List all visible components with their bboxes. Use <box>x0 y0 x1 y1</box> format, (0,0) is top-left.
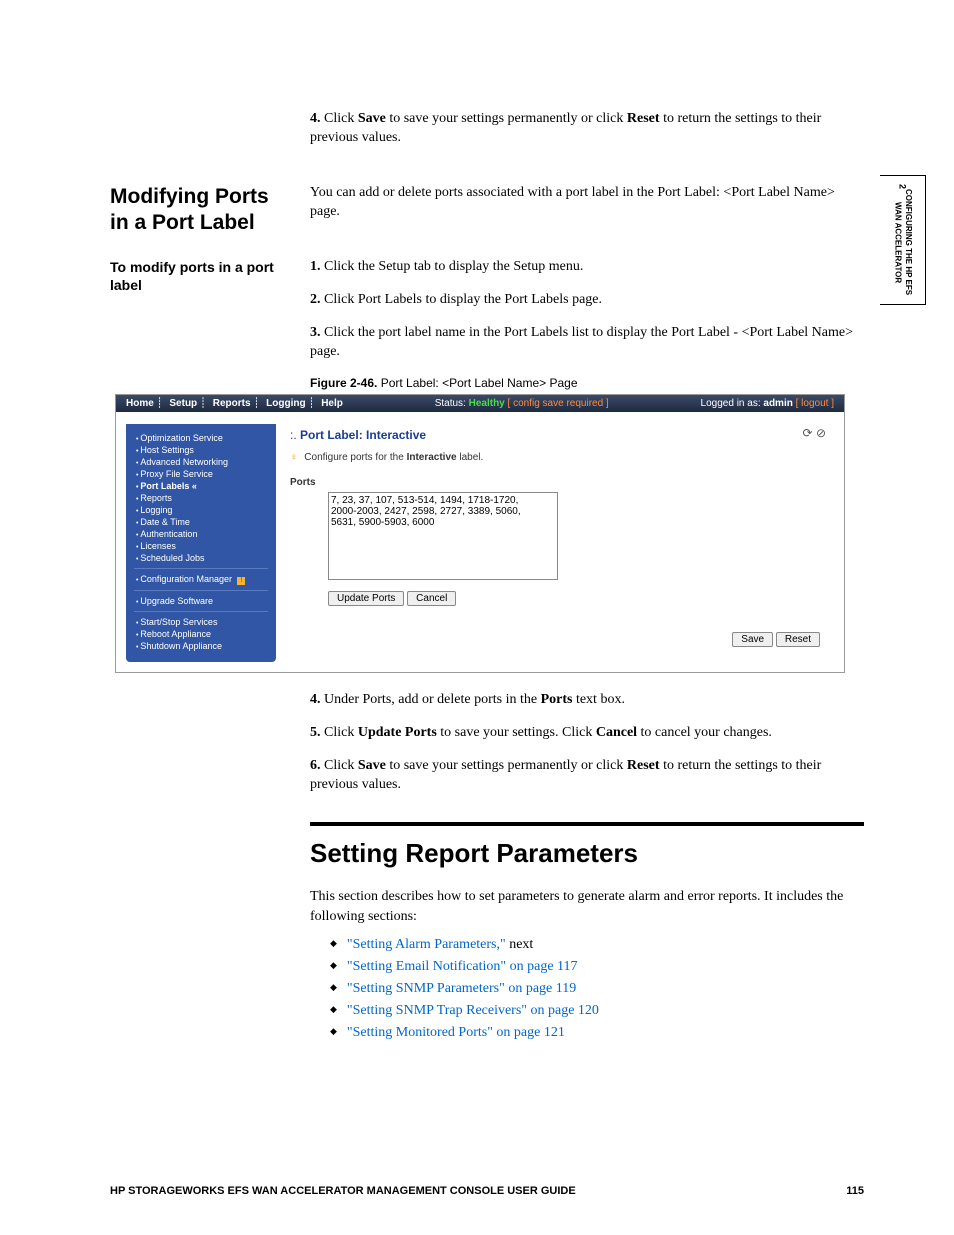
sidebar-item-shutdown[interactable]: Shutdown Appliance <box>126 640 276 652</box>
login-info: Logged in as: admin [ logout ] <box>701 398 834 409</box>
sidebar: Optimization Service Host Settings Advan… <box>126 424 276 662</box>
post-step-4: 4. Under Ports, add or delete ports in t… <box>310 691 864 710</box>
sidebar-item-port-labels[interactable]: Port Labels « <box>126 480 276 492</box>
link-monitored-ports: "Setting Monitored Ports" on page 121 <box>330 1025 864 1041</box>
nav-home[interactable]: Home <box>126 398 154 409</box>
ports-label: Ports <box>290 477 824 488</box>
sidebar-item-config-manager[interactable]: Configuration Manager ! <box>126 573 276 586</box>
reset-button[interactable]: Reset <box>776 632 820 647</box>
save-button[interactable]: Save <box>732 632 773 647</box>
section-heading-modifying-ports: Modifying Ports in a Port Label <box>110 184 290 237</box>
sidebar-item-licenses[interactable]: Licenses <box>126 540 276 552</box>
sidebar-item-logging[interactable]: Logging <box>126 504 276 516</box>
page-action-icons: ⟳ ⊘ <box>803 426 826 440</box>
hint-text: ♀ Configure ports for the Interactive la… <box>290 452 824 463</box>
print-icon[interactable]: ⊘ <box>816 426 826 440</box>
post-step-6: 6. Click Save to save your settings perm… <box>310 757 864 795</box>
nav-setup[interactable]: Setup <box>169 398 197 409</box>
page-title: :. Port Label: Interactive <box>290 428 824 442</box>
top-nav: Home ┊ Setup ┊ Reports ┊ Logging ┊ Help <box>126 398 343 409</box>
lightbulb-icon: ♀ <box>290 452 298 463</box>
procedure-heading: To modify ports in a port label <box>110 258 290 294</box>
sidebar-item-date-time[interactable]: Date & Time <box>126 516 276 528</box>
sidebar-item-host-settings[interactable]: Host Settings <box>126 444 276 456</box>
link-snmp-params: "Setting SNMP Parameters" on page 119 <box>330 981 864 997</box>
sidebar-item-reports[interactable]: Reports <box>126 492 276 504</box>
section-body: You can add or delete ports associated w… <box>310 184 864 222</box>
main-panel: ⟳ ⊘ :. Port Label: Interactive ♀ Configu… <box>276 412 844 672</box>
status-config-save[interactable]: [ config save required ] <box>508 398 609 409</box>
sidebar-item-proxy-file[interactable]: Proxy File Service <box>126 468 276 480</box>
page-footer: HP STORAGEWORKS EFS WAN ACCELERATOR MANA… <box>110 1185 864 1197</box>
footer-page-number: 115 <box>846 1185 864 1197</box>
section-heading-report-params: Setting Report Parameters <box>310 822 864 869</box>
status-text: Status: Healthy [ config save required ] <box>435 398 609 409</box>
nav-help[interactable]: Help <box>321 398 343 409</box>
sidebar-item-reboot[interactable]: Reboot Appliance <box>126 628 276 640</box>
login-user: admin <box>763 398 792 409</box>
post-step-5: 5. Click Update Ports to save your setti… <box>310 724 864 743</box>
sidebar-item-authentication[interactable]: Authentication <box>126 528 276 540</box>
cancel-button[interactable]: Cancel <box>407 591 456 606</box>
sidebar-item-upgrade-software[interactable]: Upgrade Software <box>126 595 276 607</box>
nav-logging[interactable]: Logging <box>266 398 305 409</box>
sidebar-item-start-stop[interactable]: Start/Stop Services <box>126 616 276 628</box>
figure-caption: Figure 2-46. Port Label: <Port Label Nam… <box>310 376 864 390</box>
nav-reports[interactable]: Reports <box>213 398 251 409</box>
link-snmp-trap: "Setting SNMP Trap Receivers" on page 12… <box>330 1003 864 1019</box>
link-email-notification: "Setting Email Notification" on page 117 <box>330 959 864 975</box>
link-list: "Setting Alarm Parameters," next "Settin… <box>330 937 864 1041</box>
status-healthy: Healthy <box>469 398 505 409</box>
sidebar-item-adv-networking[interactable]: Advanced Networking <box>126 456 276 468</box>
refresh-icon[interactable]: ⟳ <box>803 426 813 440</box>
app-topbar: Home ┊ Setup ┊ Reports ┊ Logging ┊ Help … <box>116 395 844 412</box>
proc-step-3: 3. Click the port label name in the Port… <box>310 324 864 362</box>
report-intro: This section describes how to set parame… <box>310 887 864 926</box>
sidebar-item-scheduled-jobs[interactable]: Scheduled Jobs <box>126 552 276 564</box>
footer-title: HP STORAGEWORKS EFS WAN ACCELERATOR MANA… <box>110 1185 576 1197</box>
sidebar-item-optimization[interactable]: Optimization Service <box>126 432 276 444</box>
step-4-intro: 4. Click Save to save your settings perm… <box>310 110 864 148</box>
figure-screenshot: Home ┊ Setup ┊ Reports ┊ Logging ┊ Help … <box>115 394 845 673</box>
proc-step-1: 1. Click the Setup tab to display the Se… <box>310 258 864 277</box>
update-ports-button[interactable]: Update Ports <box>328 591 404 606</box>
link-alarm-params: "Setting Alarm Parameters," next <box>330 937 864 953</box>
proc-step-2: 2. Click Port Labels to display the Port… <box>310 291 864 310</box>
logout-link[interactable]: [ logout ] <box>796 398 834 409</box>
warning-icon: ! <box>237 577 245 585</box>
ports-textarea[interactable] <box>328 492 558 580</box>
